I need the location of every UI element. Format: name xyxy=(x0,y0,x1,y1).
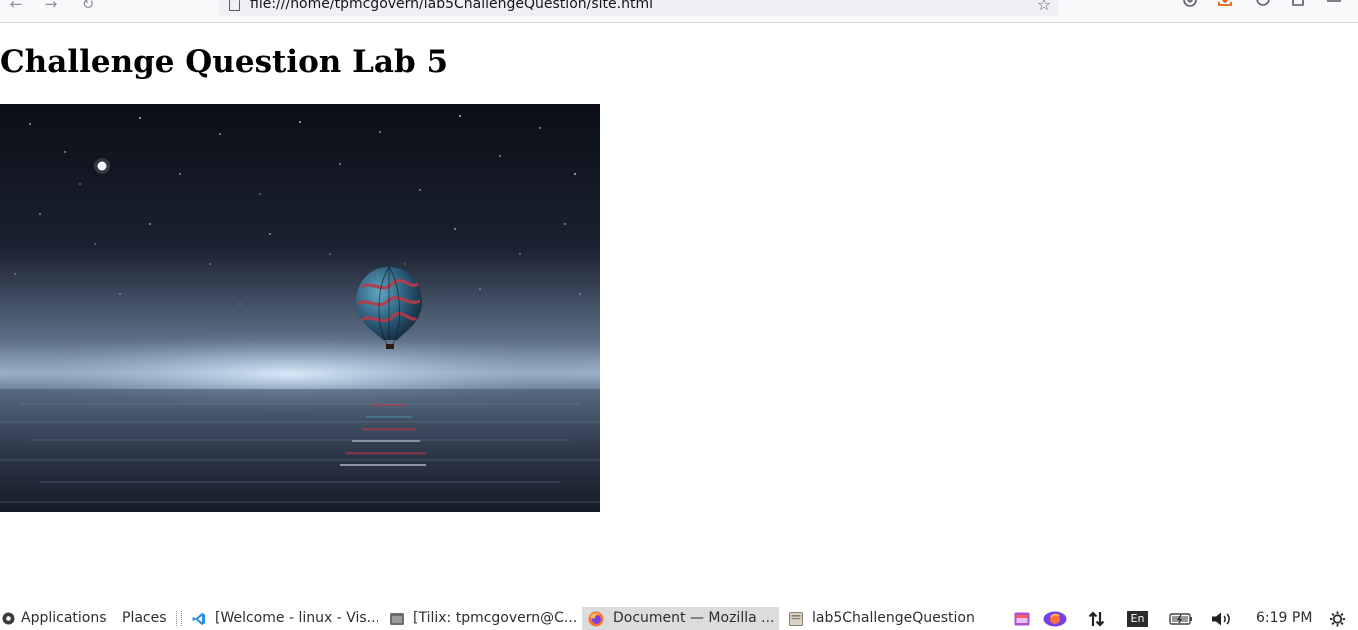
battery-icon[interactable] xyxy=(1169,611,1193,627)
window-folder-label: lab5ChallengeQuestion xyxy=(812,610,975,626)
hamburger-menu-icon[interactable] xyxy=(1325,0,1343,12)
window-vscode-label: [Welcome - linux - Vis... xyxy=(215,610,378,626)
applications-label: Applications xyxy=(21,610,107,626)
applications-icon xyxy=(2,612,15,625)
screen-recorder-icon[interactable] xyxy=(1014,611,1030,627)
window-firefox-label: Document — Mozilla ... xyxy=(613,610,775,626)
clock[interactable]: 6:19 PM xyxy=(1256,607,1312,630)
terminal-icon xyxy=(390,613,404,625)
back-arrow-icon[interactable]: ← xyxy=(6,0,26,14)
window-tilix-label: [Tilix: tpmcgovern@C... xyxy=(413,610,576,626)
pocket-icon[interactable] xyxy=(1181,0,1199,12)
page-content: Challenge Question Lab 5 xyxy=(0,23,1358,607)
window-vscode[interactable]: [Welcome - linux - Vis... xyxy=(186,607,378,630)
firefox-icon xyxy=(588,611,604,627)
download-icon[interactable] xyxy=(1216,0,1234,12)
window-folder[interactable]: lab5ChallengeQuestion xyxy=(785,607,975,630)
page-icon xyxy=(229,0,240,11)
places-menu[interactable]: Places xyxy=(118,607,170,630)
star-icon[interactable]: ☆ xyxy=(1035,0,1053,14)
window-firefox[interactable]: Document — Mozilla ... xyxy=(582,607,779,630)
places-label: Places xyxy=(122,610,167,626)
panel-separator[interactable] xyxy=(176,611,182,626)
extensions-icon[interactable] xyxy=(1290,0,1308,12)
keyboard-layout-indicator[interactable]: En xyxy=(1127,611,1148,627)
applications-menu[interactable]: Applications xyxy=(0,607,110,630)
hot-air-balloon-night-sea-image xyxy=(0,104,600,512)
taskbar: Applications Places [Welcome - linux - V… xyxy=(0,607,1358,630)
forward-arrow-icon[interactable]: → xyxy=(41,0,61,14)
volume-icon[interactable] xyxy=(1211,611,1233,627)
account-icon[interactable] xyxy=(1254,0,1272,12)
url-bar[interactable]: file:///home/tpmcgovern/lab5ChallengeQue… xyxy=(219,0,1059,16)
window-tilix[interactable]: [Tilix: tpmcgovern@C... xyxy=(384,607,576,630)
vscode-icon xyxy=(192,613,205,625)
url-text[interactable]: file:///home/tpmcgovern/lab5ChallengeQue… xyxy=(250,0,653,12)
page-heading: Challenge Question Lab 5 xyxy=(0,44,449,80)
reload-icon[interactable]: ↻ xyxy=(78,0,98,14)
browser-toolbar: ← → ↻ file:///home/tpmcgovern/lab5Challe… xyxy=(0,0,1358,23)
folder-icon xyxy=(789,612,803,626)
power-settings-icon[interactable] xyxy=(1329,611,1346,627)
network-icon[interactable] xyxy=(1088,611,1105,627)
firefox-tray-icon[interactable] xyxy=(1043,611,1067,627)
